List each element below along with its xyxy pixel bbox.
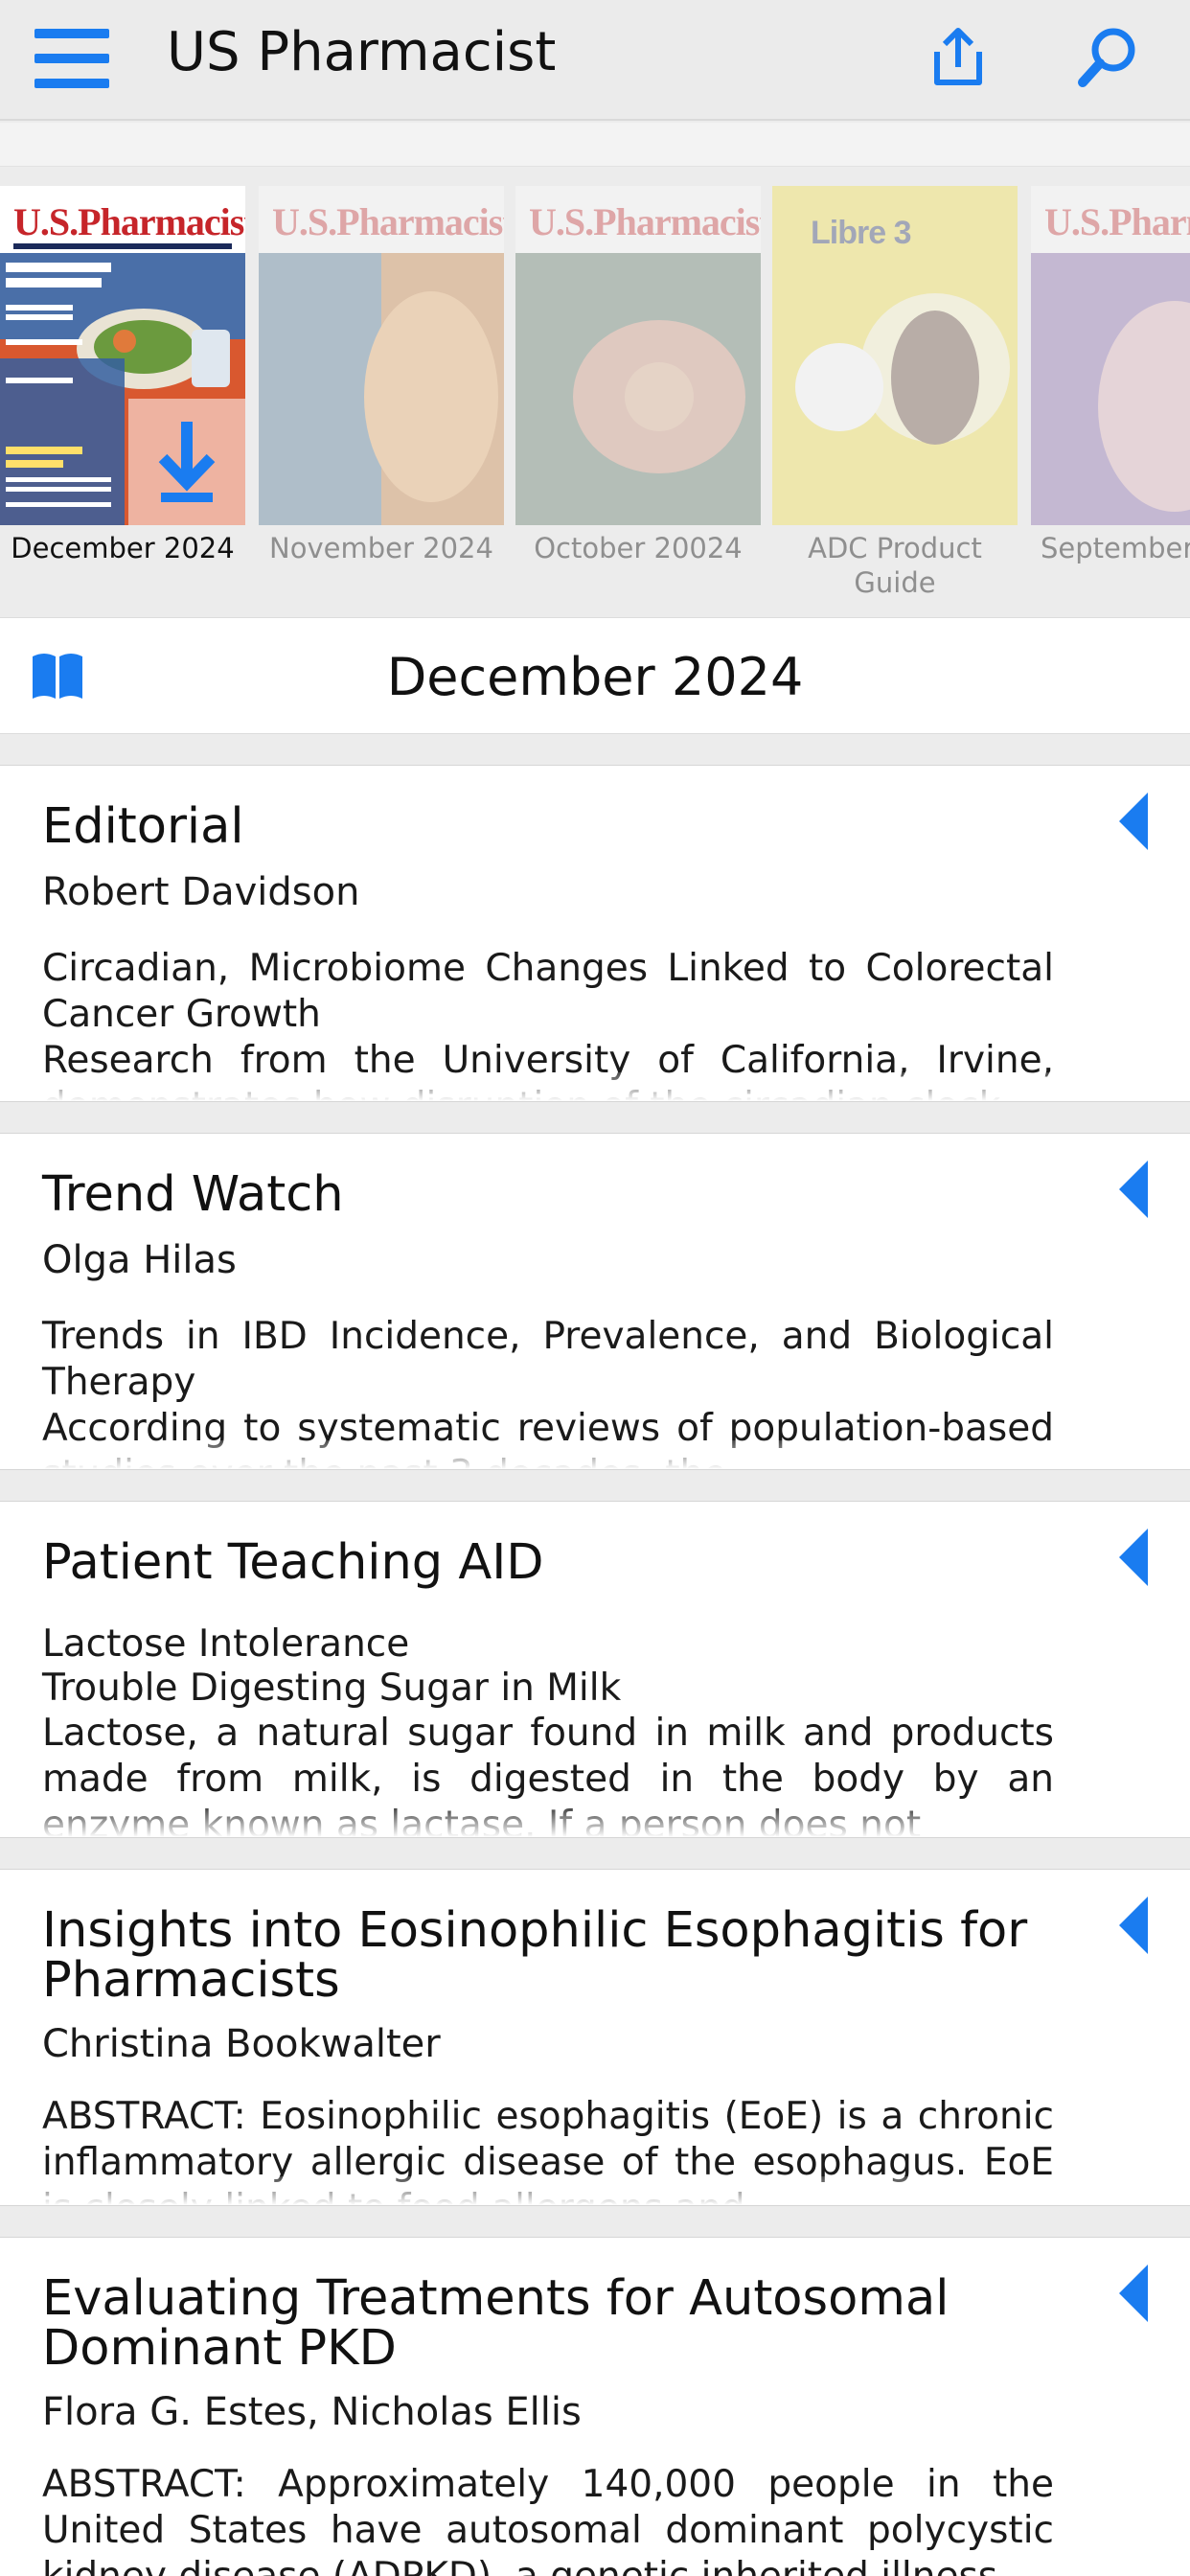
caret-left-icon[interactable] (1119, 2265, 1148, 2322)
cover-image: Libre 3 (772, 186, 1018, 525)
issue-cover-december-2024[interactable]: U.S.Pharmacist December 2024 (0, 186, 245, 564)
cover-masthead: Libre 3 (811, 215, 911, 251)
cover-label: December 2024 (11, 532, 235, 564)
article-summary: ABSTRACT: Approximately 140,000 people i… (42, 2463, 1054, 2576)
cover-masthead: U.S.Pharmacist (272, 200, 504, 243)
cover-image: U.S.Pharmacist (1031, 186, 1190, 525)
issue-title: December 2024 (386, 647, 804, 707)
issue-cover-september[interactable]: U.S.Pharmacist September (1031, 186, 1190, 564)
cover-masthead: U.S.Pharmacist (529, 200, 761, 243)
cover-image: U.S.Pharmacist (0, 186, 245, 525)
cover-label: November 2024 (269, 532, 493, 564)
article-headline: Trends in IBD Incidence, Prevalence, and… (42, 1315, 1054, 1404)
cover-image: U.S.Pharmacist (515, 186, 761, 525)
hamburger-icon[interactable] (34, 29, 109, 88)
article-section: Insights into Eosinophilic Esophagitis f… (42, 1902, 1028, 2009)
card-fade (0, 1072, 1190, 1101)
cover-label: ADC Product Guide (808, 532, 982, 594)
card-fade (0, 1808, 1190, 1837)
article-card[interactable]: Editorial Robert Davidson Circadian, Mic… (0, 765, 1190, 1102)
article-section: Editorial (42, 798, 244, 855)
issue-cover-adc-product-guide[interactable]: Libre 3 ADC Product Guide (772, 186, 1018, 594)
download-button[interactable] (128, 399, 245, 525)
issue-header: December 2024 (0, 617, 1190, 734)
article-headline: Circadian, Microbiome Changes Linked to … (42, 947, 1054, 1036)
download-icon (158, 422, 216, 502)
cover-label: September (1041, 532, 1190, 564)
article-headline: Lactose Intolerance Trouble Digesting Su… (42, 1622, 622, 1710)
article-section: Evaluating Treatments for Autosomal Domi… (42, 2270, 950, 2377)
issue-carousel[interactable]: U.S.Pharmacist December 2024 U.S.Pharmac… (0, 182, 1190, 594)
share-icon[interactable] (924, 23, 993, 92)
app-title: US Pharmacist (167, 21, 557, 83)
app-header: US Pharmacist (0, 0, 1190, 121)
cover-image: U.S.Pharmacist (259, 186, 504, 525)
article-section: Patient Teaching AID (42, 1534, 544, 1591)
search-icon[interactable] (1073, 23, 1142, 92)
issue-cover-november-2024[interactable]: U.S.Pharmacist November 2024 (259, 186, 504, 564)
article-author: Flora G. Estes, Nicholas Ellis (42, 2390, 582, 2434)
cover-masthead: U.S.Pharmacist (13, 200, 245, 243)
article-author: Olga Hilas (42, 1238, 237, 1282)
article-card[interactable]: Patient Teaching AID Lactose Intolerance… (0, 1501, 1190, 1838)
issue-cover-october-2024[interactable]: U.S.Pharmacist October 20024 (515, 186, 761, 564)
article-author: Christina Bookwalter (42, 2022, 441, 2066)
article-card[interactable]: Trend Watch Olga Hilas Trends in IBD Inc… (0, 1133, 1190, 1470)
cover-masthead: U.S.Pharmacist (1044, 200, 1190, 243)
cover-tagline-bar (13, 243, 232, 249)
caret-left-icon[interactable] (1119, 793, 1148, 850)
header-divider (0, 123, 1190, 167)
caret-left-icon[interactable] (1119, 1529, 1148, 1586)
article-card[interactable]: Insights into Eosinophilic Esophagitis f… (0, 1869, 1190, 2206)
card-fade (0, 1440, 1190, 1469)
cover-label: October 20024 (534, 532, 743, 564)
article-card[interactable]: Evaluating Treatments for Autosomal Domi… (0, 2237, 1190, 2576)
caret-left-icon[interactable] (1119, 1897, 1148, 1954)
article-section: Trend Watch (42, 1166, 344, 1223)
card-fade (0, 2176, 1190, 2205)
caret-left-icon[interactable] (1119, 1161, 1148, 1218)
article-author: Robert Davidson (42, 870, 360, 914)
